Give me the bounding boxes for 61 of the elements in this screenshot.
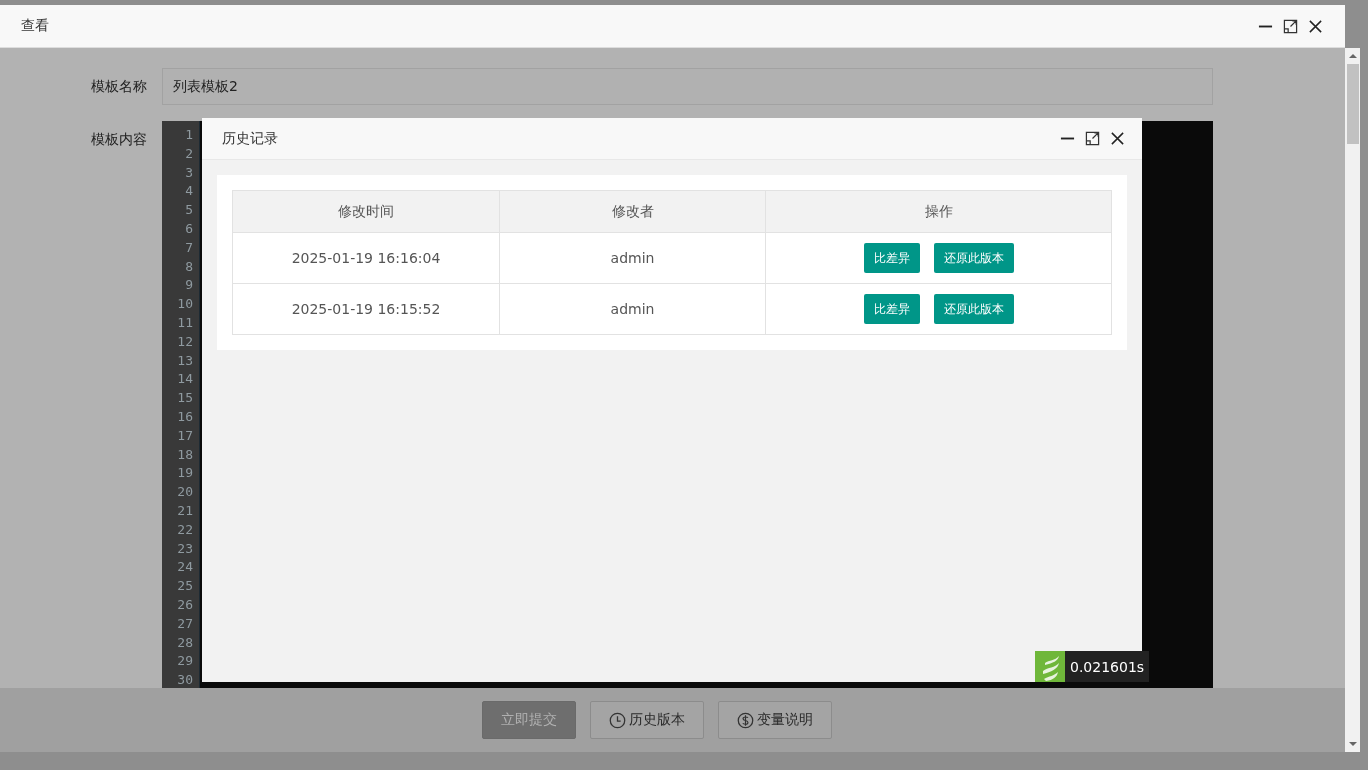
variables-button[interactable]: 变量说明 bbox=[717, 701, 832, 739]
line-number: 4 bbox=[185, 182, 193, 201]
restore-button[interactable]: 还原此版本 bbox=[933, 294, 1014, 324]
line-number: 6 bbox=[185, 220, 193, 238]
table-cell: admin bbox=[499, 232, 766, 284]
line-number: 28 bbox=[177, 633, 193, 652]
line-number: 17 bbox=[177, 426, 193, 445]
line-number: 22 bbox=[177, 520, 193, 539]
line-number: 27 bbox=[177, 614, 193, 633]
line-number: 24 bbox=[177, 558, 193, 577]
scroll-down-icon[interactable] bbox=[1348, 741, 1357, 747]
line-number: 16 bbox=[177, 407, 193, 426]
maximize-icon[interactable] bbox=[1283, 18, 1298, 34]
timer-label: 0.021601s bbox=[1065, 651, 1150, 682]
table-cell: admin bbox=[499, 283, 766, 335]
table-cell: 2025-01-19 16:16:04 bbox=[232, 232, 500, 284]
clock-icon bbox=[608, 711, 626, 729]
line-number: 29 bbox=[177, 652, 193, 671]
field-label: 模板名称 bbox=[90, 77, 147, 96]
history-button[interactable]: 历史版本 bbox=[589, 701, 704, 739]
column-header: 操作 bbox=[765, 190, 1112, 233]
field-label: 模板内容 bbox=[90, 130, 147, 149]
table-cell: 2025-01-19 16:15:52 bbox=[232, 283, 500, 335]
line-number: 19 bbox=[177, 464, 193, 483]
line-number: 23 bbox=[177, 539, 193, 558]
line-number: 11 bbox=[177, 313, 193, 332]
line-number: 13 bbox=[177, 351, 193, 370]
line-number: 10 bbox=[177, 295, 193, 314]
line-number: 30 bbox=[177, 671, 193, 688]
line-number: 9 bbox=[185, 276, 193, 295]
close-icon[interactable] bbox=[1308, 18, 1323, 34]
line-number: 2 bbox=[185, 144, 193, 163]
column-header: 修改时间 bbox=[232, 190, 500, 233]
line-number: 20 bbox=[177, 483, 193, 502]
scrollbar[interactable] bbox=[1345, 48, 1360, 752]
line-number: 18 bbox=[177, 445, 193, 464]
line-number: 8 bbox=[185, 257, 193, 276]
window-title: 查看 bbox=[21, 17, 49, 35]
close-icon[interactable] bbox=[1110, 131, 1125, 146]
flame-logo-icon bbox=[1035, 651, 1065, 682]
dollar-icon bbox=[736, 711, 754, 729]
line-number: 25 bbox=[177, 577, 193, 596]
dialog-title: 历史记录 bbox=[222, 129, 278, 148]
line-number: 12 bbox=[177, 332, 193, 351]
compare-button[interactable]: 比差异 bbox=[863, 294, 920, 324]
submit-button[interactable]: 立即提交 bbox=[481, 701, 576, 739]
line-number: 7 bbox=[185, 238, 193, 257]
line-number: 5 bbox=[185, 201, 193, 220]
line-number: 15 bbox=[177, 389, 193, 408]
name-input-field[interactable]: 列表模板2 bbox=[162, 68, 1213, 105]
line-number: 21 bbox=[177, 501, 193, 520]
column-header: 修改者 bbox=[499, 190, 766, 233]
scrollbar-thumb[interactable] bbox=[1346, 64, 1359, 144]
line-number: 1 bbox=[185, 126, 193, 144]
maximize-icon[interactable] bbox=[1085, 131, 1100, 146]
line-number: 26 bbox=[177, 595, 193, 614]
line-number: 3 bbox=[185, 163, 193, 182]
scroll-up-icon[interactable] bbox=[1348, 53, 1357, 59]
restore-button[interactable]: 还原此版本 bbox=[933, 243, 1014, 273]
line-number: 14 bbox=[177, 370, 193, 389]
compare-button[interactable]: 比差异 bbox=[863, 243, 920, 273]
